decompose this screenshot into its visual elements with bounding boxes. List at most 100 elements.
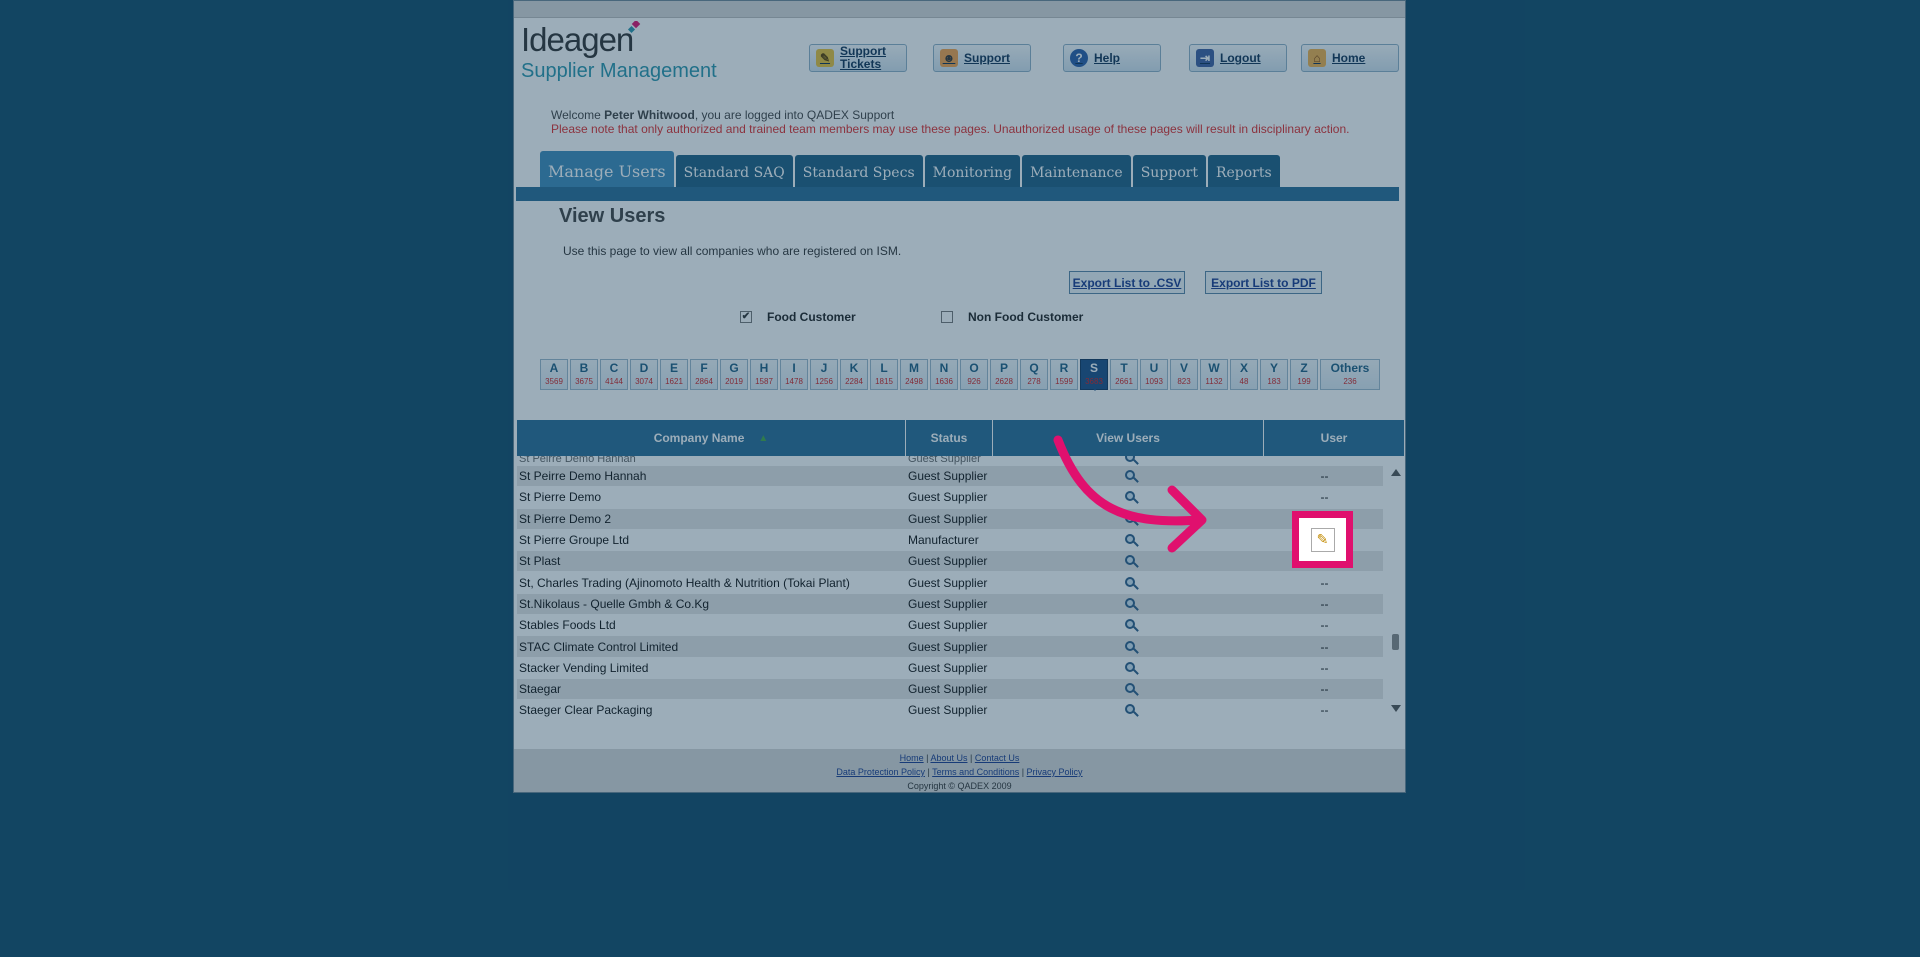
letter-filter-a[interactable]: A 3569 bbox=[540, 359, 568, 390]
tab-underline bbox=[516, 187, 1399, 201]
support-button[interactable]: ☻ Support bbox=[933, 44, 1031, 72]
tab-maintenance[interactable]: Maintenance bbox=[1022, 155, 1131, 191]
letter-label: F bbox=[700, 361, 708, 375]
magnifier-icon[interactable] bbox=[1124, 683, 1135, 694]
ticket-icon: ✎ bbox=[816, 49, 834, 67]
letter-filter-i[interactable]: I 1478 bbox=[780, 359, 808, 390]
support-label: Support bbox=[964, 51, 1010, 65]
letter-filter-q[interactable]: Q 278 bbox=[1020, 359, 1048, 390]
letter-filter-y[interactable]: Y 183 bbox=[1260, 359, 1288, 390]
footer-data-protection-link[interactable]: Data Protection Policy bbox=[836, 767, 925, 777]
letter-filter-s[interactable]: S 3683 bbox=[1080, 359, 1108, 391]
magnifier-icon[interactable] bbox=[1124, 640, 1135, 651]
page-intro: Use this page to view all companies who … bbox=[563, 244, 902, 258]
non-food-customer-checkbox[interactable] bbox=[941, 311, 953, 323]
tab-support[interactable]: Support bbox=[1132, 155, 1206, 191]
letter-filter-k[interactable]: K 2284 bbox=[840, 359, 868, 390]
no-user-placeholder: -- bbox=[1320, 469, 1329, 484]
magnifier-icon[interactable] bbox=[1124, 661, 1135, 672]
letter-count: 199 bbox=[1297, 377, 1311, 386]
status-cell: Guest Supplier bbox=[908, 456, 981, 465]
letter-filter-d[interactable]: D 3074 bbox=[630, 359, 658, 390]
letter-label: H bbox=[759, 361, 769, 375]
company-name-cell: Stables Foods Ltd bbox=[519, 618, 616, 633]
letter-label: N bbox=[939, 361, 949, 375]
letter-filter-t[interactable]: T 2661 bbox=[1110, 359, 1138, 390]
footer-privacy-link[interactable]: Privacy Policy bbox=[1027, 767, 1083, 777]
letter-filter-h[interactable]: H 1587 bbox=[750, 359, 778, 390]
letter-filter-v[interactable]: V 823 bbox=[1170, 359, 1198, 390]
column-status[interactable]: Status bbox=[906, 420, 993, 456]
magnifier-icon[interactable] bbox=[1124, 576, 1135, 587]
letter-filter-e[interactable]: E 1621 bbox=[660, 359, 688, 390]
table-row: Stables Foods Ltd Guest Supplier -- bbox=[517, 615, 1383, 637]
letter-filter-others[interactable]: Others 236 bbox=[1320, 359, 1380, 390]
table-row: Staegar Guest Supplier -- bbox=[517, 678, 1383, 701]
scroll-up-arrow-icon[interactable] bbox=[1391, 464, 1401, 476]
letter-filter-p[interactable]: P 2628 bbox=[990, 359, 1018, 390]
logo-main-text: Ideagen bbox=[521, 21, 634, 58]
help-button[interactable]: ? Help bbox=[1063, 44, 1161, 72]
export-pdf-button[interactable]: Export List to PDF bbox=[1205, 271, 1322, 294]
letter-filter-x[interactable]: X 48 bbox=[1230, 359, 1258, 390]
company-name-cell: St Peirre Demo Hannah bbox=[519, 456, 636, 465]
letter-filter-f[interactable]: F 2864 bbox=[690, 359, 718, 390]
user-cell: -- bbox=[1264, 682, 1383, 696]
footer-terms-link[interactable]: Terms and Conditions bbox=[932, 767, 1019, 777]
support-tickets-button[interactable]: ✎ Support Tickets bbox=[809, 44, 907, 72]
user-cell: -- bbox=[1264, 640, 1383, 654]
letter-filter-o[interactable]: O 926 bbox=[960, 359, 988, 390]
letter-filter-w[interactable]: W 1132 bbox=[1200, 359, 1228, 390]
view-users-cell bbox=[993, 640, 1264, 654]
tab-standard-specs[interactable]: Standard Specs bbox=[794, 155, 923, 191]
home-button[interactable]: ⌂ Home bbox=[1301, 44, 1399, 72]
alphabet-filter: A 3569 B 3675 C 4144 D 3074 E 1621 F 2864 G 2019 H 1587… bbox=[540, 359, 1380, 391]
letter-filter-l[interactable]: L 1815 bbox=[870, 359, 898, 390]
letter-filter-z[interactable]: Z 199 bbox=[1290, 359, 1318, 390]
status-cell: Guest Supplier bbox=[908, 682, 988, 697]
footer-contact-link[interactable]: Contact Us bbox=[975, 753, 1020, 763]
logout-button[interactable]: ⇥ Logout bbox=[1189, 44, 1287, 72]
scroll-thumb[interactable] bbox=[1392, 634, 1399, 650]
export-csv-button[interactable]: Export List to .CSV bbox=[1069, 271, 1185, 294]
letter-filter-c[interactable]: C 4144 bbox=[600, 359, 628, 390]
food-customer-filter[interactable]: ✔ Food Customer bbox=[740, 310, 856, 324]
letter-filter-g[interactable]: G 2019 bbox=[720, 359, 748, 390]
table-row: St Peirre Demo Hannah Guest Supplier bbox=[517, 456, 1383, 466]
tab-reports[interactable]: Reports bbox=[1207, 155, 1280, 191]
tab-standard-saq[interactable]: Standard SAQ bbox=[675, 155, 793, 191]
non-food-customer-filter[interactable]: Non Food Customer bbox=[941, 310, 1083, 324]
scroll-down-arrow-icon[interactable] bbox=[1391, 705, 1401, 717]
magnifier-icon[interactable] bbox=[1124, 597, 1135, 608]
help-label: Help bbox=[1094, 51, 1121, 65]
column-company-name[interactable]: Company Name ▲ bbox=[517, 420, 906, 456]
table-scrollbar[interactable] bbox=[1389, 456, 1403, 719]
letter-filter-b[interactable]: B 3675 bbox=[570, 359, 598, 390]
letter-filter-u[interactable]: U 1093 bbox=[1140, 359, 1168, 390]
letter-filter-r[interactable]: R 1599 bbox=[1050, 359, 1078, 390]
highlighted-edit-user-button[interactable]: ✎ bbox=[1292, 511, 1353, 568]
magnifier-icon[interactable] bbox=[1124, 704, 1135, 715]
letter-filter-m[interactable]: M 2498 bbox=[900, 359, 928, 390]
magnifier-icon[interactable] bbox=[1124, 619, 1135, 630]
company-name-cell: Staegar bbox=[519, 682, 562, 697]
tab-monitoring[interactable]: Monitoring bbox=[924, 155, 1021, 191]
top-bar bbox=[514, 1, 1405, 18]
letter-filter-n[interactable]: N 1636 bbox=[930, 359, 958, 390]
table-row: St Pierre Demo 2Guest Supplier-- bbox=[517, 508, 1383, 530]
letter-filter-j[interactable]: J 1256 bbox=[810, 359, 838, 390]
letter-label: O bbox=[969, 361, 979, 375]
welcome-message: Welcome Peter Whitwood, you are logged i… bbox=[551, 108, 895, 122]
letter-count: 1599 bbox=[1055, 377, 1073, 386]
user-cell: -- bbox=[1264, 597, 1383, 611]
letter-label: W bbox=[1208, 361, 1220, 375]
letter-label: R bbox=[1059, 361, 1069, 375]
company-name-cell: Staeger Clear Packaging bbox=[519, 703, 653, 718]
footer-home-link[interactable]: Home bbox=[900, 753, 924, 763]
footer-about-link[interactable]: About Us bbox=[930, 753, 967, 763]
tab-manage-users[interactable]: Manage Users bbox=[540, 151, 674, 191]
food-customer-checkbox[interactable]: ✔ bbox=[740, 311, 752, 323]
letter-count: 1093 bbox=[1145, 377, 1163, 386]
letter-label: V bbox=[1179, 361, 1188, 375]
company-name-cell: St Pierre Demo bbox=[519, 490, 602, 505]
